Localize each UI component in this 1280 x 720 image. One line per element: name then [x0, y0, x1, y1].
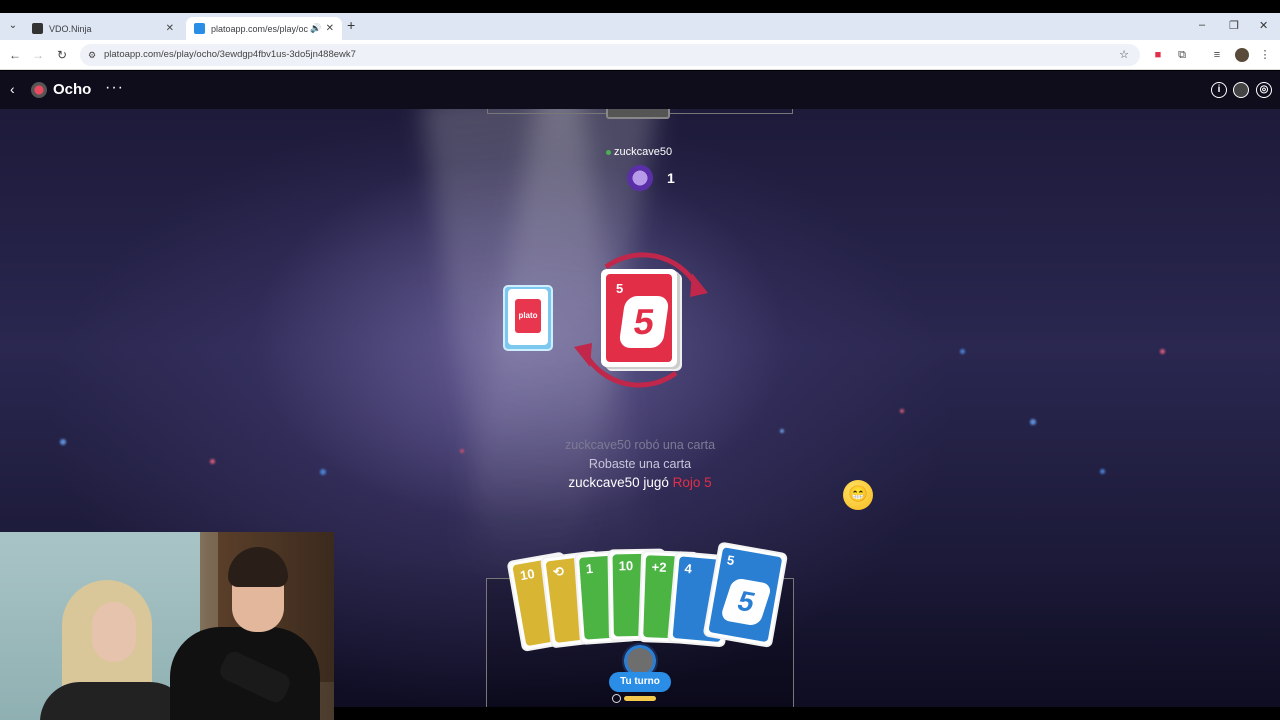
bokeh-light [60, 439, 66, 445]
discard-corner-value: 5 [616, 281, 624, 296]
tab-title: VDO.Ninja [49, 23, 92, 34]
direction-arrowhead-top [690, 273, 708, 297]
draw-pile[interactable]: plato [503, 285, 553, 351]
back-chevron-icon[interactable]: ‹ [10, 81, 15, 97]
tab-close-icon[interactable]: ✕ [326, 23, 334, 34]
discard-card-face: 5 5 [606, 274, 672, 362]
online-status-dot [606, 149, 611, 155]
opponent-avatar[interactable] [627, 165, 653, 191]
top-strip [0, 0, 1280, 13]
plato-logo: plato [515, 299, 541, 333]
app-header: ‹ Ocho ··· i ◎ [0, 71, 1280, 109]
minimize-button[interactable]: – [1199, 19, 1205, 31]
webcam-person-left-face [92, 602, 136, 662]
browser-tab-vdo-ninja[interactable]: VDO.Ninja ✕ [24, 17, 182, 40]
hand-card-value: 10 [518, 565, 536, 584]
reload-icon[interactable]: ↻ [55, 48, 69, 62]
bokeh-light [210, 459, 215, 464]
bokeh-light [960, 349, 965, 354]
tab-search-chevron-icon[interactable]: ⌄ [6, 19, 20, 33]
direction-arrowhead-bottom [574, 343, 592, 367]
hand-card-value: +2 [651, 559, 667, 575]
tab-close-icon[interactable]: ✕ [166, 23, 174, 34]
opponent-name: zuckcave50 [606, 146, 672, 158]
webcam-overlay [0, 532, 334, 720]
extensions-puzzle-icon[interactable]: ⧉ [1175, 48, 1189, 62]
browser-menu-icon[interactable]: ⋮ [1258, 48, 1272, 62]
new-tab-button[interactable]: + [347, 17, 355, 33]
hand-card-value: ⟲ [552, 563, 565, 580]
log-played-card: Rojo 5 [672, 475, 712, 490]
app-title: Ocho [53, 81, 92, 98]
hand-card-value: 5 [725, 552, 736, 569]
forward-arrow-icon[interactable]: → [31, 48, 45, 62]
discard-center-value: 5 [618, 296, 670, 348]
bokeh-light [1160, 349, 1165, 354]
bokeh-light [900, 409, 904, 413]
restore-button[interactable]: ❐ [1229, 19, 1239, 32]
bokeh-light [780, 429, 784, 433]
game-log-line: Robaste una carta [588, 457, 692, 471]
browser-tab-platoapp[interactable]: platoapp.com/es/play/ocho/3 🔊 ✕ [186, 17, 342, 40]
url-field[interactable]: ⚙ platoapp.com/es/play/ocho/3ewdgp4fbv1u… [80, 44, 1140, 66]
info-icon[interactable]: i [1211, 82, 1227, 98]
globe-icon[interactable]: ◎ [1256, 82, 1272, 98]
address-bar-row: ← → ↻ ⚙ platoapp.com/es/play/ocho/3ewdgp… [0, 40, 1280, 70]
browser-tab-bar: ⌄ VDO.Ninja ✕ platoapp.com/es/play/ocho/… [0, 13, 1280, 40]
avatar-icon[interactable] [1233, 82, 1249, 98]
opponent-name-text: zuckcave50 [614, 146, 673, 158]
hand-card-face: 55 [708, 547, 783, 643]
webcam-person-left-body [40, 682, 190, 720]
opponent-card-count: 1 [667, 170, 675, 186]
hand-card-value: 4 [683, 560, 693, 577]
bokeh-light [1100, 469, 1105, 474]
game-log-line: zuckcave50 robó una carta [564, 438, 716, 452]
profile-avatar-icon[interactable] [1235, 48, 1249, 62]
speaker-icon[interactable]: 🔊 [310, 23, 321, 34]
hand-card-value: 1 [585, 560, 594, 577]
extension-record-icon[interactable]: ■ [1151, 48, 1165, 62]
media-control-icon[interactable]: ≡ [1210, 48, 1224, 62]
log-played-prefix: zuckcave50 jugó [568, 475, 669, 490]
reaction-emoji-icon[interactable]: 😁 [843, 480, 873, 510]
more-options-button[interactable]: ··· [105, 79, 124, 97]
url-text: platoapp.com/es/play/ocho/3ewdgp4fbv1us-… [104, 49, 356, 60]
opponent-card-back [606, 109, 670, 119]
tab-title: platoapp.com/es/play/ocho/3 [211, 23, 309, 34]
turn-timer-bar [624, 696, 656, 701]
site-info-icon[interactable]: ⚙ [88, 44, 96, 66]
draw-pile-card: plato [508, 289, 548, 345]
hand-card-value: 10 [618, 558, 634, 574]
ocho-logo-icon [31, 82, 47, 98]
hand-card-center-value: 5 [719, 577, 773, 627]
close-window-button[interactable]: ✕ [1259, 19, 1268, 32]
vdo-ninja-favicon-icon [32, 23, 43, 34]
timer-icon [612, 694, 621, 703]
bokeh-light [320, 469, 326, 475]
discard-pile: 5 5 [601, 269, 677, 367]
turn-indicator: Tu turno [609, 672, 671, 692]
bokeh-light [1030, 419, 1036, 425]
game-log-line: zuckcave50 jugó Rojo 5 [440, 475, 840, 490]
plato-favicon-icon [194, 23, 205, 34]
back-arrow-icon[interactable]: ← [8, 48, 22, 62]
bookmark-star-icon[interactable]: ☆ [1117, 48, 1131, 62]
